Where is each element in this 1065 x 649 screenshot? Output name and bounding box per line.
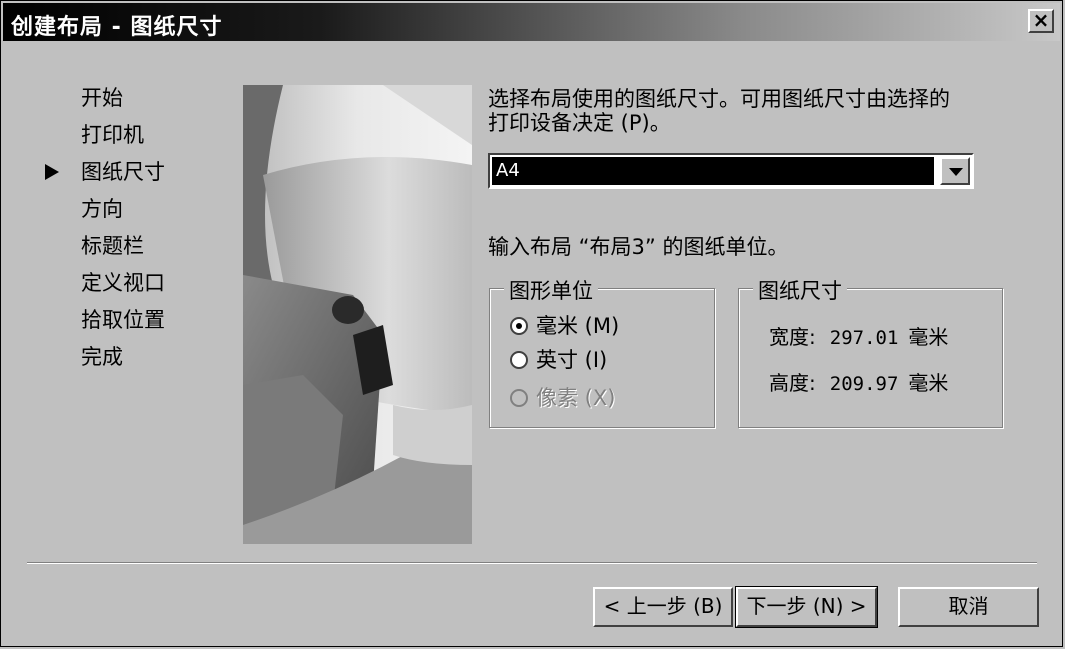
paper-units-label: 输入布局 “布局3” 的图纸单位。: [488, 235, 789, 259]
paper-height-row: 高度: 209.97 毫米: [769, 367, 948, 396]
width-value: 297.01: [829, 327, 899, 349]
plotter-image: [243, 85, 472, 544]
units-option-inch-label: 英寸 (I): [536, 348, 608, 372]
description-line-2: 打印设备决定 (P)。: [488, 111, 671, 135]
close-button[interactable]: ×: [1028, 9, 1054, 33]
drawing-units-group: 图形单位 毫米 (M) 英寸 (I) 像素 (X): [489, 275, 715, 428]
step-finish: 完成: [81, 345, 123, 369]
paper-size-group-title: 图纸尺寸: [753, 275, 847, 305]
button-separator: [27, 562, 1037, 564]
cancel-button[interactable]: 取消: [898, 587, 1039, 627]
dropdown-button[interactable]: [940, 157, 970, 185]
paper-width-row: 宽度: 297.01 毫米: [769, 321, 948, 350]
paper-size-group: 图纸尺寸 宽度: 297.01 毫米 高度: 209.97 毫米: [738, 275, 1003, 428]
step-pick-location: 拾取位置: [81, 308, 165, 332]
width-label: 宽度:: [769, 325, 816, 349]
step-orientation: 方向: [81, 197, 123, 221]
title-bar[interactable]: 创建布局 - 图纸尺寸 ×: [3, 3, 1060, 41]
step-define-viewports: 定义视口: [81, 271, 165, 295]
drawing-units-title: 图形单位: [504, 275, 598, 305]
current-step-arrow-icon: [45, 164, 59, 180]
height-unit: 毫米: [908, 371, 949, 395]
units-option-pixel-label: 像素 (X): [536, 386, 616, 410]
create-layout-dialog: 创建布局 - 图纸尺寸 × 开始 打印机 图纸尺寸 方向 标题栏 定义视口 拾取…: [0, 0, 1063, 647]
units-option-inch[interactable]: 英寸 (I): [510, 345, 607, 375]
window-title: 创建布局 - 图纸尺寸: [11, 15, 223, 40]
height-label: 高度:: [769, 371, 816, 395]
units-option-pixel: 像素 (X): [510, 383, 615, 413]
step-title-block: 标题栏: [81, 234, 144, 258]
radio-inch[interactable]: [510, 350, 528, 369]
paper-size-description: 选择布局使用的图纸尺寸。可用图纸尺寸由选择的 打印设备决定 (P)。: [488, 87, 1008, 135]
back-button[interactable]: < 上一步 (B): [593, 587, 733, 627]
next-button[interactable]: 下一步 (N) >: [735, 586, 878, 628]
paper-size-value[interactable]: A4: [492, 157, 934, 185]
units-option-mm[interactable]: 毫米 (M): [510, 311, 619, 341]
step-start: 开始: [81, 86, 123, 110]
chevron-down-icon: [949, 168, 963, 176]
step-printer: 打印机: [81, 123, 144, 147]
width-unit: 毫米: [908, 325, 949, 349]
wizard-steps: 开始 打印机 图纸尺寸 方向 标题栏 定义视口 拾取位置 完成: [81, 85, 165, 381]
paper-size-dropdown[interactable]: A4: [488, 153, 974, 189]
height-value: 209.97: [829, 373, 899, 395]
step-paper-size: 图纸尺寸: [81, 160, 165, 184]
radio-pixel: [510, 388, 528, 407]
units-option-mm-label: 毫米 (M): [536, 314, 620, 338]
description-line-1: 选择布局使用的图纸尺寸。可用图纸尺寸由选择的: [488, 87, 950, 111]
radio-mm[interactable]: [510, 316, 528, 335]
